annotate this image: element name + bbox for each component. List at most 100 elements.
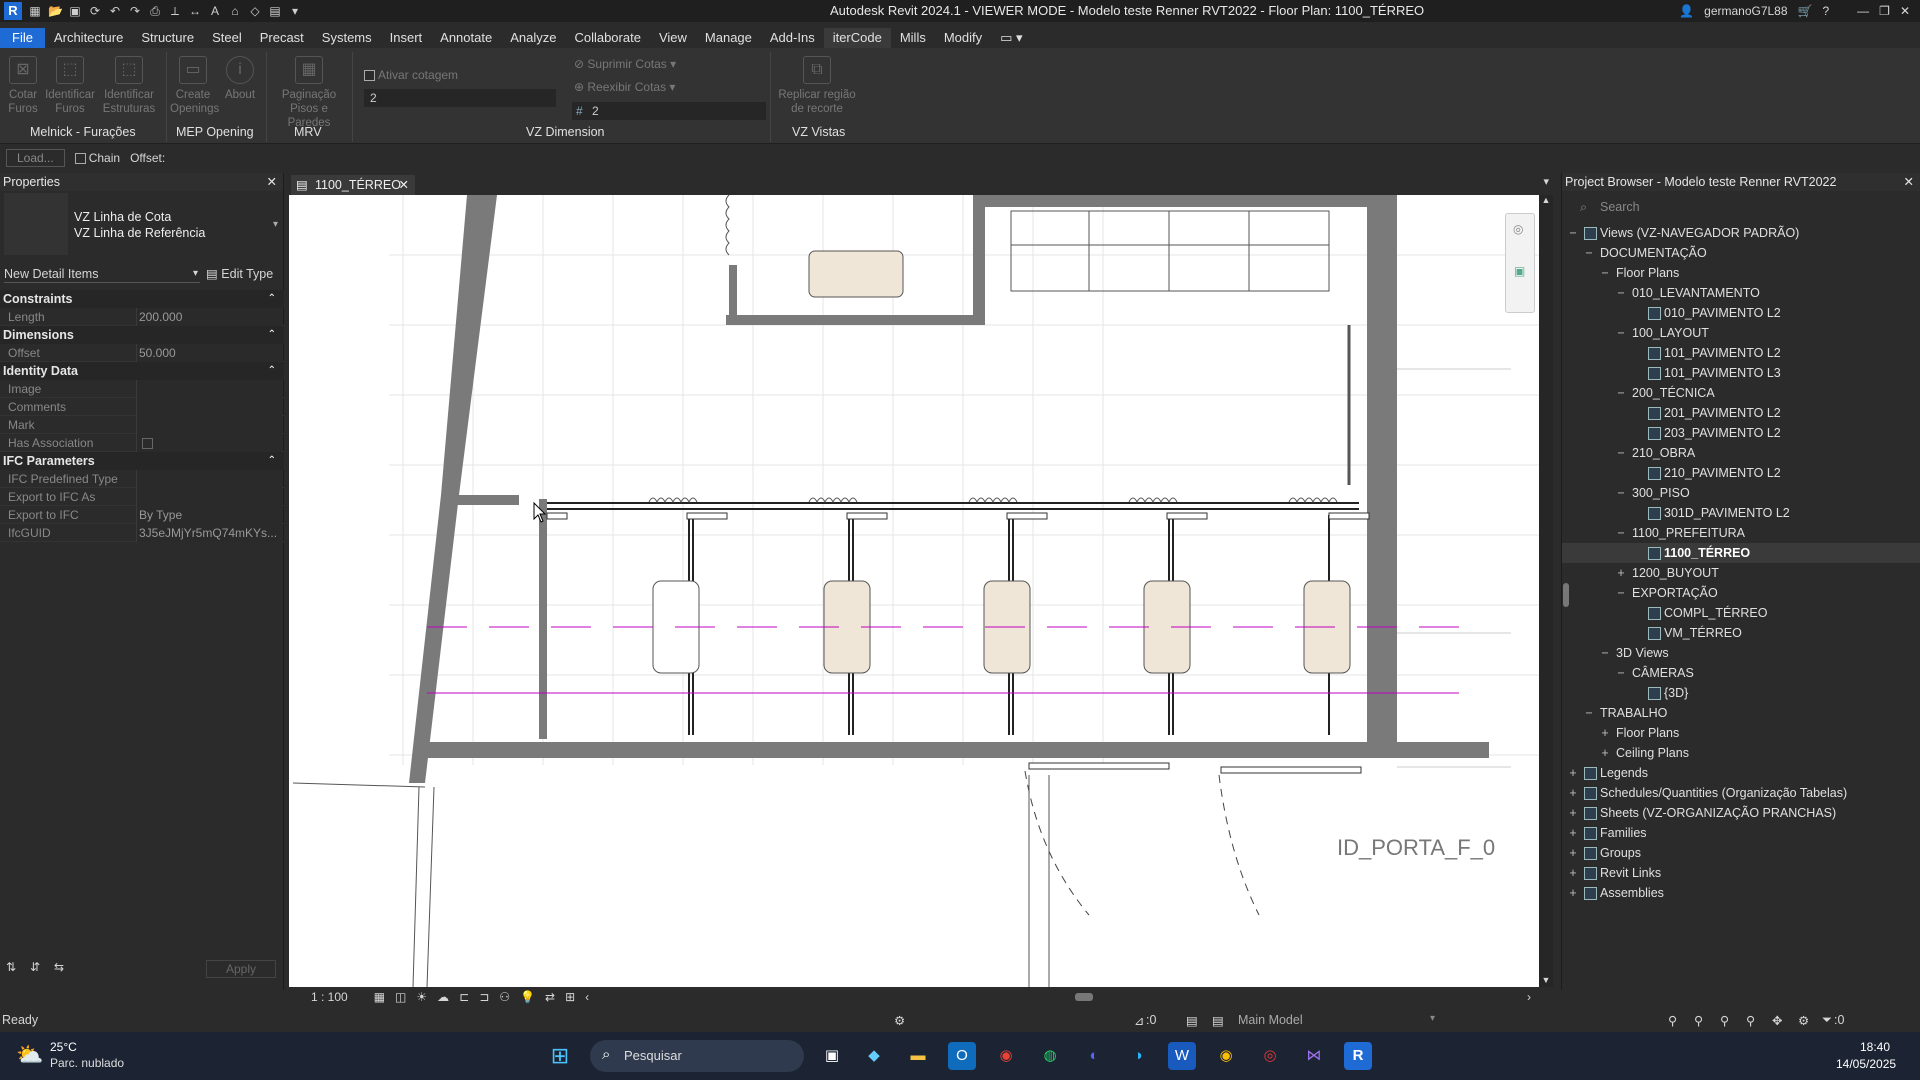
tab-insert[interactable]: Insert: [381, 28, 432, 48]
customize-qat-icon[interactable]: ▾: [288, 4, 302, 18]
tab-itercode[interactable]: iterCode: [823, 28, 891, 48]
close-icon[interactable]: ✕: [399, 175, 409, 195]
expand-icon[interactable]: +: [1600, 723, 1610, 743]
file-explorer-icon[interactable]: ▬: [904, 1042, 932, 1070]
browser-item[interactable]: + Families: [1562, 823, 1920, 843]
category-dimensions[interactable]: Dimensions ⌃: [0, 326, 284, 344]
outlook-icon[interactable]: O: [948, 1042, 976, 1070]
tab-structure[interactable]: Structure: [132, 28, 203, 48]
properties-icon-2[interactable]: ⇵: [30, 960, 40, 974]
zoom-icon[interactable]: ▣: [1514, 264, 1525, 278]
browser-item[interactable]: − EXPORTAÇÃO: [1562, 583, 1920, 603]
browser-item[interactable]: − Floor Plans: [1562, 263, 1920, 283]
property-value[interactable]: 50.000: [136, 344, 282, 362]
browser-item[interactable]: +1200_BUYOUT: [1562, 563, 1920, 583]
about-button[interactable]: i About: [218, 56, 262, 102]
ativar-cotagem-box[interactable]: [364, 70, 375, 82]
tab-add-ins[interactable]: Add-Ins: [761, 28, 824, 48]
select-by-face-icon[interactable]: ⚲: [1746, 1013, 1755, 1028]
expand-icon[interactable]: +: [1568, 763, 1578, 783]
chrome-icon[interactable]: ◉: [992, 1042, 1020, 1070]
paginacao-button[interactable]: ▦ Paginação Pisos e Paredes: [272, 56, 346, 130]
m365-icon[interactable]: ◆: [860, 1042, 888, 1070]
edit-type-button[interactable]: ▤ Edit Type: [206, 265, 273, 283]
collapse-icon[interactable]: −: [1616, 583, 1626, 603]
expand-icon[interactable]: +: [1568, 823, 1578, 843]
tab-annotate[interactable]: Annotate: [431, 28, 501, 48]
browser-scroll-thumb[interactable]: [1563, 583, 1569, 607]
browser-item[interactable]: + Sheets (VZ-ORGANIZAÇÃO PRANCHAS): [1562, 803, 1920, 823]
worksharing-icon[interactable]: ⇄: [545, 990, 555, 1004]
browser-item[interactable]: + Floor Plans: [1562, 723, 1920, 743]
user-name[interactable]: germanoG7L88: [1704, 4, 1787, 18]
filter-icon[interactable]: ⏷: [1822, 1013, 1832, 1028]
print-icon[interactable]: ⎙: [148, 4, 162, 18]
collapse-icon[interactable]: −: [1600, 643, 1610, 663]
select-links-icon[interactable]: ⚲: [1668, 1013, 1677, 1028]
browser-item[interactable]: {3D}: [1562, 683, 1920, 703]
properties-icon-1[interactable]: ⇅: [6, 960, 16, 974]
select-pinned-icon[interactable]: ⚲: [1720, 1013, 1729, 1028]
ativar-cotagem-checkbox[interactable]: Ativar cotagem: [364, 68, 458, 82]
crop-view-icon[interactable]: ⊏: [459, 990, 469, 1004]
expand-icon[interactable]: +: [1568, 863, 1578, 883]
collapse-icon[interactable]: −: [1584, 243, 1594, 263]
sync-icon[interactable]: ⟳: [88, 4, 102, 18]
dimension-icon[interactable]: ↔: [188, 4, 202, 18]
chrome-profile-icon[interactable]: ◉: [1212, 1042, 1240, 1070]
undo-icon[interactable]: ↶: [108, 4, 122, 18]
revit-taskbar-icon[interactable]: R: [1344, 1042, 1372, 1070]
close-window-icon[interactable]: ✕: [1900, 4, 1910, 18]
collapse-icon[interactable]: −: [1616, 323, 1626, 343]
tab-mills[interactable]: Mills: [891, 28, 935, 48]
revit-logo-icon[interactable]: R: [4, 2, 22, 20]
expand-icon[interactable]: +: [1568, 883, 1578, 903]
replicar-regiao-button[interactable]: ⧉ Replicar região de recorte: [772, 56, 862, 116]
browser-item[interactable]: VM_TÉRREO: [1562, 623, 1920, 643]
browser-item[interactable]: −3D Views: [1562, 643, 1920, 663]
design-options-icon[interactable]: ▤: [1212, 1013, 1224, 1028]
browser-item[interactable]: − Views (VZ-NAVEGADOR PADRÃO): [1562, 223, 1920, 243]
reexibir-cotas-button[interactable]: ⊕ Reexibir Cotas ▾: [574, 80, 675, 94]
dimension-value-field-1[interactable]: 2: [364, 89, 556, 107]
collapse-icon[interactable]: ⌃: [268, 290, 276, 308]
browser-item[interactable]: + Revit Links: [1562, 863, 1920, 883]
property-value[interactable]: [136, 470, 282, 488]
browser-item[interactable]: 101_PAVIMENTO L2: [1562, 343, 1920, 363]
tab-precast[interactable]: Precast: [251, 28, 313, 48]
scroll-down-icon[interactable]: ▼: [1539, 975, 1553, 985]
identificar-furos-button[interactable]: ⬚ Identificar Furos: [42, 56, 98, 116]
create-openings-button[interactable]: ▭ Create Openings: [170, 56, 219, 116]
collapse-icon[interactable]: −: [1616, 663, 1626, 683]
restore-icon[interactable]: ❐: [1879, 4, 1890, 18]
collapse-icon[interactable]: −: [1584, 703, 1594, 723]
browser-item[interactable]: COMPL_TÉRREO: [1562, 603, 1920, 623]
browser-item[interactable]: 203_PAVIMENTO L2: [1562, 423, 1920, 443]
browser-item[interactable]: − CÂMERAS: [1562, 663, 1920, 683]
collapse-icon[interactable]: ⌃: [268, 326, 276, 344]
scale-selector[interactable]: 1 : 100: [311, 990, 348, 1004]
load-button[interactable]: Load...: [6, 149, 65, 167]
suprimir-cotas-button[interactable]: ⊘ Suprimir Cotas ▾: [574, 57, 676, 71]
discord-icon[interactable]: ◐: [1080, 1042, 1108, 1070]
tab-modify[interactable]: Modify: [935, 28, 991, 48]
scroll-up-icon[interactable]: ▲: [1539, 195, 1553, 205]
expand-icon[interactable]: +: [1568, 803, 1578, 823]
3d-view-icon[interactable]: ⌂: [228, 4, 242, 18]
identificar-estruturas-button[interactable]: ⬚ Identificar Estruturas: [98, 56, 160, 116]
tab-collaborate[interactable]: Collaborate: [565, 28, 650, 48]
reveal-hidden-icon[interactable]: 💡: [520, 990, 535, 1004]
analytical-icon[interactable]: ⊞: [565, 990, 575, 1004]
visual-studio-icon[interactable]: ⋈: [1300, 1042, 1328, 1070]
browser-item[interactable]: −200_TÉCNICA: [1562, 383, 1920, 403]
property-value[interactable]: By Type: [136, 506, 282, 524]
property-value[interactable]: [136, 488, 282, 506]
property-value[interactable]: [136, 416, 282, 434]
select-underlay-icon[interactable]: ⚲: [1694, 1013, 1703, 1028]
tab-architecture[interactable]: Architecture: [45, 28, 132, 48]
browser-item[interactable]: 010_PAVIMENTO L2: [1562, 303, 1920, 323]
tab-menu-icon[interactable]: ▾: [1543, 175, 1549, 188]
category-identity-data[interactable]: Identity Data ⌃: [0, 362, 284, 380]
category-constraints[interactable]: Constraints ⌃: [0, 290, 284, 308]
measure-icon[interactable]: ⟂: [168, 4, 182, 18]
